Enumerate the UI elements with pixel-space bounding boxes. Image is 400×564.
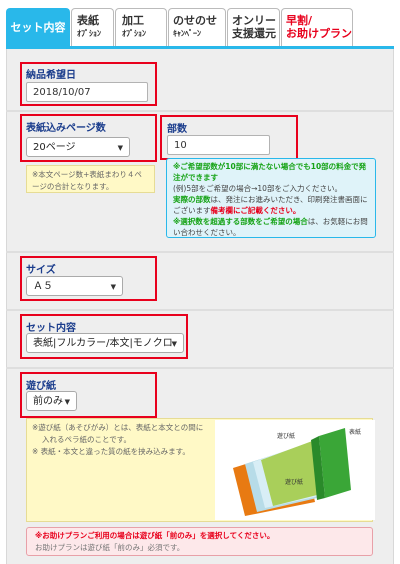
note-line: い合わせください。	[173, 228, 241, 237]
page-count-select[interactable]: 20ページ ▼	[26, 137, 130, 157]
asobi-select[interactable]: 前のみ ▼	[26, 391, 77, 411]
tab-only-support[interactable]: オンリー 支援還元	[227, 8, 280, 46]
note-line: (例)5部をご希望の場合→10部をご入力ください。	[173, 184, 342, 193]
order-form: セット内容 表紙 ｵﾌﾟｼｮﾝ 加工 ｵﾌﾟｼｮﾝ のせのせ ｷｬﾝﾍﾟｰﾝ オ…	[0, 0, 400, 564]
note-emphasis: ※選択数を超過する部数をご希望の場合	[173, 217, 308, 226]
note-line: ※本文ページ数+表紙まわり４ペ	[32, 170, 142, 179]
copies-note: ※ご希望部数が10部に満たない場合でも10部の料金で発 注ができます (例)5部…	[166, 158, 376, 238]
note-text: は、発注にお進みいただき、印刷発注書画面に	[210, 195, 368, 204]
tab-label: オンリー	[232, 14, 276, 27]
tab-label: 早割/	[286, 14, 313, 27]
tab-nosenose-campaign[interactable]: のせのせ ｷｬﾝﾍﾟｰﾝ	[168, 8, 226, 46]
row-divider	[6, 251, 394, 253]
chevron-down-icon: ▼	[117, 144, 123, 152]
set-contents-value: 表紙|フルカラー/本文|モノクロ	[33, 338, 173, 349]
size-select[interactable]: Ａ５ ▼	[26, 276, 123, 296]
note-line: 注ができます	[173, 173, 218, 182]
row-divider	[6, 309, 394, 311]
option-tabs: セット内容 表紙 ｵﾌﾟｼｮﾝ 加工 ｵﾌﾟｼｮﾝ のせのせ ｷｬﾝﾍﾟｰﾝ オ…	[6, 8, 394, 48]
note-line: ※選択数を超過する部数をご希望の場合は、お気軽にお問	[173, 216, 369, 227]
delivery-date-label: 納品希望日	[26, 70, 76, 81]
tab-sublabel: 支援還元	[232, 27, 276, 40]
set-contents-label: セット内容	[26, 323, 76, 334]
tab-sublabel: ｵﾌﾟｼｮﾝ	[122, 29, 146, 38]
note-emphasis: 実際の部数	[173, 195, 211, 204]
asobi-label: 遊び紙	[26, 381, 56, 392]
tab-sublabel: お助けプラン	[286, 27, 352, 40]
tab-cover-option[interactable]: 表紙 ｵﾌﾟｼｮﾝ	[71, 8, 114, 46]
size-value: Ａ５	[33, 281, 53, 292]
chevron-down-icon: ▼	[171, 340, 177, 348]
tab-set-contents[interactable]: セット内容	[6, 8, 70, 48]
set-contents-select[interactable]: 表紙|フルカラー/本文|モノクロ ▼	[26, 333, 184, 353]
plan-note: ※お助けプランご利用の場合は遊び紙「前のみ」を選択してください。 お助けプランは…	[26, 527, 373, 556]
note-line: ージの合計となります。	[32, 182, 114, 191]
note-line: 実際の部数は、発注にお進みいただき、印刷発注書画面に	[173, 194, 369, 205]
note-text: ございます	[173, 206, 211, 215]
chevron-down-icon: ▼	[110, 283, 116, 291]
note-line: ございます備考欄にご記載ください。	[173, 205, 369, 216]
page-count-note: ※本文ページ数+表紙まわり４ペ ージの合計となります。	[26, 165, 155, 193]
tab-processing-option[interactable]: 加工 ｵﾌﾟｼｮﾝ	[115, 8, 167, 46]
tab-label: 表紙	[77, 14, 99, 27]
booklet-illustration: 遊び紙 表紙 遊び紙	[215, 420, 375, 520]
asobi-value: 前のみ	[33, 396, 63, 407]
tab-sublabel: ｷｬﾝﾍﾟｰﾝ	[173, 29, 201, 38]
note-line: ※ご希望部数が10部に満たない場合でも10部の料金で発	[173, 162, 367, 171]
note-text: は、お気軽にお問	[307, 217, 368, 226]
tab-label: セット内容	[10, 21, 66, 34]
illus-label-asobi: 遊び紙	[277, 432, 295, 440]
delivery-date-input[interactable]: 2018/10/07	[26, 82, 148, 102]
tab-early-discount[interactable]: 早割/ お助けプラン	[281, 8, 353, 46]
row-divider	[6, 367, 394, 369]
tab-label: のせのせ	[173, 14, 217, 27]
tab-label: 加工	[122, 14, 144, 27]
page-count-value: 20ページ	[33, 142, 76, 153]
size-label: サイズ	[26, 265, 56, 276]
note-emphasis: 備考欄にご記載ください。	[210, 206, 301, 215]
tab-sublabel: ｵﾌﾟｼｮﾝ	[77, 29, 101, 38]
note-line: ※お助けプランご利用の場合は遊び紙「前のみ」を選択してください。	[35, 531, 275, 540]
note-line: お助けプランは遊び紙「前のみ」必須です。	[35, 543, 185, 552]
page-count-label: 表紙込みページ数	[26, 123, 106, 134]
chevron-down-icon: ▼	[64, 398, 70, 406]
illus-label-asobi-bottom: 遊び紙	[285, 478, 303, 486]
row-divider	[6, 110, 394, 112]
copies-input[interactable]: 10	[167, 135, 270, 155]
copies-label: 部数	[167, 124, 187, 135]
illus-label-cover: 表紙	[349, 428, 361, 436]
